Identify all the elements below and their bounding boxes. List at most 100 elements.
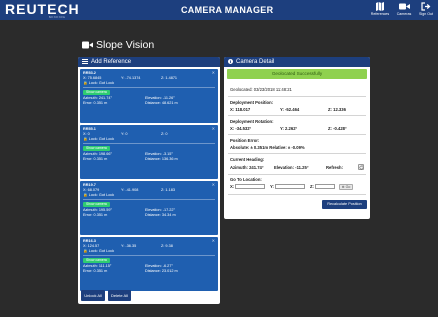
reference-distance: Distance: 136.36 m bbox=[145, 157, 178, 161]
show-camera-button[interactable]: Show camera bbox=[83, 258, 110, 263]
reference-name: RR19.7 bbox=[83, 183, 96, 187]
refresh-button[interactable] bbox=[358, 164, 364, 170]
deployment-rotation-title: Deployment Rotation: bbox=[230, 119, 274, 124]
reference-x: X: 75.6845 bbox=[83, 76, 102, 80]
divider bbox=[228, 153, 366, 154]
nav-sign-out-button[interactable]: Sign Out bbox=[414, 2, 438, 19]
deployment-rotation-z: Z: -0.428° bbox=[328, 126, 347, 131]
reference-lock-status: Lock: Got Lock bbox=[88, 249, 115, 253]
divider bbox=[228, 115, 366, 116]
unlock-all-button[interactable]: Unlock All bbox=[81, 290, 105, 301]
delete-all-button[interactable]: Delete All bbox=[108, 290, 131, 301]
divider bbox=[228, 96, 366, 97]
reference-error: Error: 0.351 m bbox=[83, 101, 108, 105]
recalculate-position-button[interactable]: Recalculate Position bbox=[322, 200, 367, 209]
reference-lock-status: Lock: Got Lock bbox=[88, 137, 115, 141]
reference-card[interactable]: ✕ RR16.3 X: 124.57 Y: -36.35 Z: 9.38 🔒 Loc… bbox=[80, 237, 218, 291]
add-reference-label: Add Reference bbox=[91, 59, 132, 65]
lock-icon: 🔒 bbox=[83, 81, 88, 85]
divider bbox=[83, 255, 215, 256]
goto-z-input[interactable] bbox=[315, 184, 335, 189]
reference-x: X: 0 bbox=[83, 132, 90, 136]
show-camera-button[interactable]: Show camera bbox=[83, 90, 110, 95]
page-title: Slope Vision bbox=[96, 39, 155, 51]
lock-icon: 🔒 bbox=[83, 137, 88, 141]
show-camera-button[interactable]: Show camera bbox=[83, 202, 110, 207]
nav-sign-out-label: Sign Out bbox=[419, 12, 433, 16]
geolocation-status-alert: Geolocated Successfully bbox=[227, 69, 367, 79]
divider bbox=[83, 199, 215, 200]
reference-x: X: 68.079 bbox=[83, 188, 100, 192]
camera-detail-header: Camera Detail bbox=[224, 57, 370, 67]
reference-error: Error: 0.351 m bbox=[83, 213, 108, 217]
current-heading-title: Current Heading: bbox=[230, 157, 265, 162]
position-error-title: Position Error: bbox=[230, 138, 260, 143]
camera-detail-title: Camera Detail bbox=[236, 59, 275, 65]
lock-icon: 🔒 bbox=[83, 193, 88, 197]
reference-distance: Distance: 48.621 m bbox=[145, 101, 178, 105]
go-to-location-title: Go To Location: bbox=[230, 177, 262, 182]
reference-error: Error: 0.351 m bbox=[83, 157, 108, 161]
deployment-position-z: Z: 12.336 bbox=[328, 107, 346, 112]
heading-azimuth: Azimuth: 241.74° bbox=[230, 165, 264, 170]
lock-icon: 🔒 bbox=[83, 249, 88, 253]
reference-name: RR53.2 bbox=[83, 71, 96, 75]
sign-out-icon bbox=[421, 2, 431, 11]
divider bbox=[83, 87, 215, 88]
go-label: Go bbox=[345, 184, 351, 189]
add-reference-header[interactable]: Add Reference bbox=[78, 57, 220, 67]
crosshair-icon: ⊕ bbox=[341, 184, 345, 189]
reference-azimuth: Azimuth: 111.15° bbox=[83, 264, 112, 268]
deployment-position-title: Deployment Position: bbox=[230, 100, 274, 105]
page-heading: Slope Vision bbox=[82, 39, 154, 51]
deployment-position-y: Y: -52.464 bbox=[280, 107, 300, 112]
video-camera-icon bbox=[82, 41, 93, 49]
reference-lock-status: Lock: Got Lock bbox=[88, 193, 115, 197]
camera-detail-panel: Camera Detail Geolocated Successfully Ge… bbox=[224, 57, 370, 219]
nav-references-label: References bbox=[370, 12, 390, 16]
nav-cameras-button[interactable]: Cameras bbox=[392, 2, 416, 19]
nav-references-button[interactable]: References bbox=[368, 2, 392, 19]
reference-distance: Distance: 34.34 m bbox=[145, 213, 176, 217]
show-camera-button[interactable]: Show camera bbox=[83, 146, 110, 151]
reference-name: RR55.1 bbox=[83, 127, 96, 131]
deployment-rotation-y: Y: 2.262° bbox=[280, 126, 298, 131]
reference-card[interactable]: ✕ RR19.7 X: 68.079 Y: -41.908 Z: 1.183 🔒 L… bbox=[80, 181, 218, 235]
goto-x-label: X: bbox=[230, 184, 235, 189]
video-camera-icon bbox=[398, 3, 410, 10]
deployment-rotation-x: X: -34.532° bbox=[230, 126, 252, 131]
reference-azimuth: Azimuth: 198.66° bbox=[83, 152, 112, 156]
reference-x: X: 124.57 bbox=[83, 244, 100, 248]
refresh-icon bbox=[359, 165, 364, 170]
map-icon bbox=[376, 2, 384, 11]
reference-name: RR16.3 bbox=[83, 239, 96, 243]
reference-lock-status: Lock: Got Lock bbox=[88, 81, 115, 85]
goto-x-input[interactable] bbox=[235, 184, 265, 189]
refresh-label: Refresh: bbox=[326, 165, 343, 170]
divider bbox=[83, 143, 215, 144]
reference-error: Error: 0.351 m bbox=[83, 269, 108, 273]
reference-azimuth: Azimuth: 195.59° bbox=[83, 208, 112, 212]
position-error-values: Absolute: ± 0.351m Relative: ± -0.09% bbox=[230, 145, 305, 150]
heading-elevation: Elevation: -11.25° bbox=[274, 165, 309, 170]
goto-y-label: Y: bbox=[270, 184, 274, 189]
reference-card[interactable]: ✕ RR53.2 X: 75.6845 Y: -74.1374 Z: 1.4871 … bbox=[80, 69, 218, 123]
top-navbar: REUTECH MINING CAMERA MANAGER References… bbox=[0, 0, 438, 20]
divider bbox=[228, 174, 366, 175]
info-icon bbox=[228, 58, 233, 64]
geolocated-timestamp: Geolocated: 03/23/2018 11:48:21 bbox=[230, 87, 292, 92]
reference-distance: Distance: 23.012 m bbox=[145, 269, 178, 273]
reference-azimuth: Azimuth: 241.74° bbox=[83, 96, 112, 100]
reference-card[interactable]: ✕ RR55.1 X: 0 Y: 0 Z: 0 🔒 Lock: Got Lock S… bbox=[80, 125, 218, 179]
list-icon bbox=[82, 58, 88, 64]
goto-z-label: Z: bbox=[310, 184, 314, 189]
app-title: CAMERA MANAGER bbox=[181, 5, 274, 15]
divider bbox=[228, 194, 366, 195]
go-button[interactable]: ⊕ Go bbox=[339, 183, 353, 190]
nav-cameras-label: Cameras bbox=[396, 12, 412, 16]
divider bbox=[228, 134, 366, 135]
goto-y-input[interactable] bbox=[275, 184, 305, 189]
deployment-position-x: X: 118.017 bbox=[230, 107, 251, 112]
brand-logo[interactable]: REUTECH bbox=[5, 1, 80, 17]
brand-logo-subtitle: MINING bbox=[49, 15, 66, 19]
